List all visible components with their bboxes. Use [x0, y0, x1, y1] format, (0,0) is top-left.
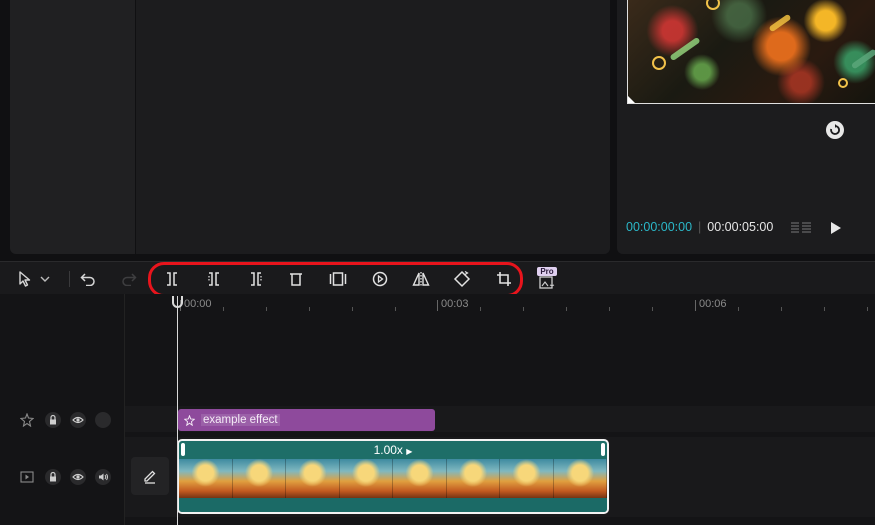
- rotate-icon[interactable]: [451, 268, 473, 290]
- clip-speed-label: 1.00x ▶: [179, 443, 607, 457]
- effect-clip-label: example effect: [201, 414, 280, 426]
- video-clip[interactable]: 1.00x ▶: [177, 439, 609, 514]
- clip-right-handle[interactable]: [601, 443, 605, 456]
- toolbar-divider: [69, 271, 70, 287]
- bokeh-ring: [652, 56, 666, 70]
- effect-star-icon: [184, 414, 195, 426]
- undo-icon[interactable]: [77, 268, 99, 290]
- track-headers: [0, 294, 125, 525]
- bokeh-ring: [706, 0, 720, 10]
- current-time: 00:00:00:00: [626, 220, 693, 234]
- clip-thumbnail: [286, 459, 340, 499]
- timeline-toolbar: Pro: [0, 261, 875, 297]
- ruler-tick: [609, 307, 610, 311]
- ruler-tick: [309, 307, 310, 311]
- video-track-icon: [20, 470, 34, 484]
- ruler-tick: [781, 307, 782, 311]
- clip-thumbnail: [232, 459, 286, 499]
- ruler-tick: [523, 307, 524, 311]
- crop-icon[interactable]: [493, 268, 515, 290]
- pencil-icon: [144, 470, 156, 484]
- bokeh-streak: [768, 13, 792, 33]
- trim-left-icon[interactable]: [203, 268, 225, 290]
- ruler-tick: [867, 307, 868, 311]
- ruler-tick: [738, 307, 739, 311]
- pointer-icon[interactable]: [14, 268, 36, 290]
- lock-icon[interactable]: [45, 469, 61, 485]
- ruler-tick: [223, 307, 224, 311]
- speaker-icon[interactable]: [95, 469, 111, 485]
- eye-icon[interactable]: [70, 412, 86, 428]
- ruler-tick: [266, 307, 267, 311]
- clip-audio-bar: [179, 498, 607, 512]
- video-editor: 00:00:00:00 | 00:00:05:00 Pro 00:00 00:0…: [0, 0, 875, 525]
- eye-icon[interactable]: [70, 469, 86, 485]
- clip-thumbnail: [339, 459, 393, 499]
- play-icon[interactable]: [830, 221, 842, 235]
- clip-left-handle[interactable]: [181, 443, 185, 456]
- player-panel: 00:00:00:00 | 00:00:05:00: [617, 0, 875, 254]
- ruler-tick: [824, 307, 825, 311]
- ruler-tick: [352, 307, 353, 311]
- clip-thumbnail: [500, 459, 554, 499]
- mirror-icon[interactable]: [410, 268, 432, 290]
- effect-track-icon: [20, 413, 34, 427]
- split-icon[interactable]: [161, 268, 183, 290]
- media-panel: [136, 0, 610, 254]
- ruler-tick: [480, 307, 481, 311]
- clip-speed-value: 1.00x: [373, 443, 403, 457]
- clip-thumbnail: [393, 459, 447, 499]
- speed-arrow-icon: ▶: [406, 447, 413, 456]
- ruler-label: 00:00: [184, 298, 212, 310]
- aspect-ratio-icon[interactable]: [790, 221, 812, 235]
- playhead-handle[interactable]: [172, 296, 183, 308]
- pro-badge: Pro: [537, 266, 557, 276]
- track-extra-button[interactable]: [95, 412, 111, 428]
- lock-icon[interactable]: [45, 412, 61, 428]
- clip-thumbnail: [553, 459, 607, 499]
- reverse-play-icon[interactable]: [369, 268, 391, 290]
- effect-clip[interactable]: example effect: [178, 409, 435, 431]
- ruler-major-tick: [437, 300, 438, 311]
- video-preview: [627, 0, 875, 104]
- ruler-label: 00:03: [441, 298, 469, 310]
- media-sidebar: [10, 0, 135, 254]
- freeze-frame-icon[interactable]: [327, 268, 349, 290]
- trash-icon[interactable]: [285, 268, 307, 290]
- edit-cover-button[interactable]: [131, 457, 169, 495]
- chevron-down-icon[interactable]: [38, 268, 52, 290]
- clip-thumbnail: [179, 459, 233, 499]
- ruler-major-tick: [695, 300, 696, 311]
- total-time: 00:00:05:00: [707, 220, 774, 234]
- clip-thumbnails: [179, 459, 607, 499]
- time-ruler[interactable]: 00:00 00:03 00:06: [125, 294, 875, 314]
- ruler-tick: [395, 307, 396, 311]
- ruler-label: 00:06: [699, 298, 727, 310]
- loop-icon[interactable]: [826, 121, 844, 139]
- pro-feature-icon[interactable]: Pro: [535, 265, 559, 291]
- trim-right-icon[interactable]: [245, 268, 267, 290]
- clip-thumbnail: [446, 459, 500, 499]
- playhead-line[interactable]: [177, 296, 178, 525]
- bokeh-ring: [838, 78, 848, 88]
- time-separator: |: [698, 220, 702, 234]
- preview-corner-marker: [628, 96, 635, 103]
- ruler-tick: [566, 307, 567, 311]
- redo-icon[interactable]: [118, 268, 140, 290]
- bokeh-streak: [669, 36, 701, 62]
- ruler-tick: [652, 307, 653, 311]
- bokeh-streak: [850, 48, 875, 70]
